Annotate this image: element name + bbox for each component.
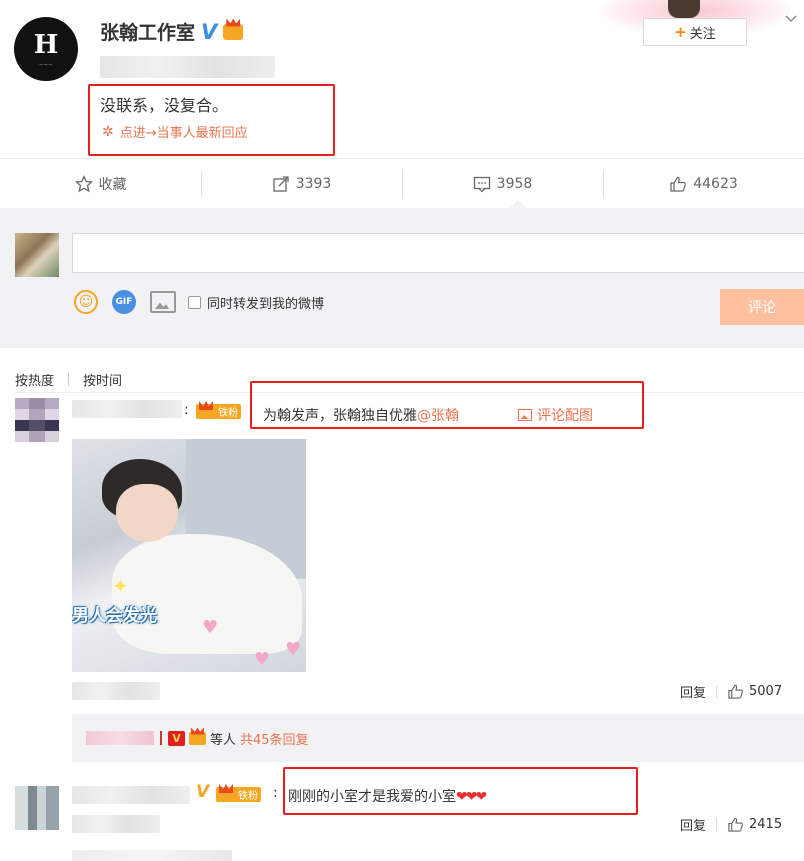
photo-caption: 男人会发光 [72, 606, 157, 626]
commenter-name-blurred[interactable] [72, 400, 182, 418]
repost-checkbox-label: 同时转发到我的微博 [207, 296, 325, 312]
comment-like-button[interactable]: 2415 [727, 816, 782, 833]
divider [716, 684, 718, 699]
author-name-row: 张翰工作室 V [100, 18, 244, 45]
composer-tools: ☺ GIF 同时转发到我的微博 [74, 290, 324, 314]
post-timestamp-blurred [100, 56, 275, 78]
image-icon[interactable] [150, 291, 176, 313]
author-name[interactable]: 张翰工作室 [100, 18, 195, 45]
repost-icon [273, 175, 289, 192]
studio-logo-subtext: ——— [39, 61, 53, 67]
comment-sort-tabs: 按热度 按时间 [15, 370, 122, 389]
like-button[interactable]: 44623 [603, 159, 804, 209]
favorite-label: 收藏 [98, 176, 127, 193]
gif-icon[interactable]: GIF [112, 290, 136, 314]
thumbs-up-icon [728, 817, 743, 832]
follow-button[interactable]: + 关注 [643, 18, 747, 46]
comment-like-button[interactable]: 5007 [727, 683, 782, 700]
crown-icon [189, 731, 206, 745]
divider [716, 817, 718, 832]
reply-button[interactable]: 回复 [680, 682, 706, 701]
like-count: 44623 [693, 175, 738, 192]
post-action-bar: 收藏 3393 3958 44623 [0, 158, 804, 208]
commenter-avatar[interactable] [15, 786, 59, 830]
comment-button[interactable]: 3958 [402, 159, 603, 209]
comment-like-count: 2415 [749, 817, 783, 832]
comment-composer: ☺ GIF 同时转发到我的微博 评论 [0, 208, 804, 348]
comment-actions: 回复 2415 [680, 815, 782, 834]
sub-reply-summary: V 等人 共45条回复 [72, 714, 804, 762]
plus-icon: + [674, 23, 687, 41]
favorite-button[interactable]: 收藏 [0, 159, 201, 209]
vip-icon: V [168, 730, 185, 746]
my-avatar[interactable] [15, 233, 59, 277]
crown-icon [223, 23, 244, 40]
name-colon: : [273, 785, 278, 801]
replies-suffix: 等人 [210, 732, 237, 748]
post-header: H ——— 张翰工作室 V 没联系，没复合。 ✲ 点进→当事人最新回应 + 关注 [0, 0, 804, 160]
next-comment-blurred [72, 850, 232, 861]
name-marker [160, 731, 162, 745]
comment-photo[interactable]: ✦ 男人会发光 ♥ ♥ ♥ [72, 439, 306, 672]
star-icon [74, 174, 93, 192]
thumbs-up-icon [728, 684, 743, 699]
decoration-figure [668, 0, 700, 18]
comment-count: 3958 [496, 175, 533, 192]
commenter-avatar[interactable] [15, 398, 59, 442]
studio-logo: H [33, 29, 59, 60]
highlight-box-post [88, 84, 335, 156]
fan-badge: 铁粉 [196, 404, 241, 419]
comment-like-count: 5007 [749, 684, 783, 699]
fan-badge: 铁粉 [216, 787, 261, 802]
tab-divider [68, 373, 70, 386]
sparkle-icon: ✦ [112, 574, 129, 598]
heart-icon: ♥ [202, 617, 219, 638]
repost-checkbox[interactable] [188, 295, 201, 309]
heart-icon: ♥ [254, 649, 271, 670]
reply-button[interactable]: 回复 [680, 815, 706, 834]
verified-icon: V [196, 782, 210, 802]
comment-actions: 回复 5007 [680, 682, 782, 701]
verified-icon: V [201, 19, 218, 44]
tab-by-time[interactable]: 按时间 [83, 370, 122, 389]
follow-label: 关注 [689, 26, 716, 42]
photo-face [116, 484, 178, 542]
thumbs-up-icon [670, 176, 687, 192]
gif-label: GIF [115, 297, 133, 307]
comment-timestamp-blurred [72, 682, 160, 700]
comment-timestamp-blurred [72, 815, 160, 833]
repost-count: 3393 [295, 175, 332, 192]
submit-comment-button[interactable]: 评论 [720, 289, 804, 325]
comment-icon [473, 176, 490, 192]
emoji-icon[interactable]: ☺ [74, 290, 98, 314]
name-colon: : [184, 402, 189, 418]
comment-input[interactable] [72, 233, 804, 273]
highlight-box-comment [283, 767, 638, 815]
commenter-name-blurred[interactable] [72, 786, 190, 804]
highlight-box-comment [250, 381, 644, 429]
tab-by-hot[interactable]: 按热度 [15, 370, 54, 389]
replier-name-blurred[interactable] [86, 731, 154, 745]
repost-button[interactable]: 3393 [201, 159, 402, 209]
chevron-down-icon[interactable] [784, 12, 798, 26]
heart-icon: ♥ [285, 639, 302, 660]
weibo-post-page: H ——— 张翰工作室 V 没联系，没复合。 ✲ 点进→当事人最新回应 + 关注 [0, 0, 804, 861]
repost-checkbox-row[interactable]: 同时转发到我的微博 [188, 293, 324, 312]
view-replies-link[interactable]: 共45条回复 [240, 729, 309, 748]
author-avatar[interactable]: H ——— [14, 17, 78, 81]
